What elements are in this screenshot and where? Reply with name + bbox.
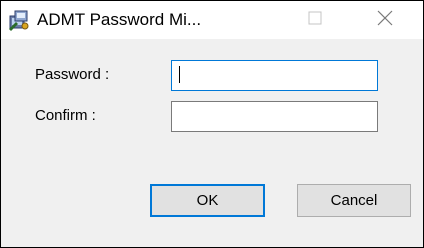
close-icon [377, 10, 393, 31]
cancel-button[interactable]: Cancel [297, 184, 411, 217]
window-title: ADMT Password Mi... [37, 10, 202, 29]
ok-button[interactable]: OK [150, 184, 265, 217]
password-label: Password : [35, 66, 110, 83]
close-button[interactable] [361, 1, 409, 39]
confirm-field[interactable] [171, 101, 378, 132]
dialog-window: ADMT Password Mi... Password : Confirm :… [0, 0, 424, 248]
maximize-button [291, 1, 339, 39]
admt-app-icon [7, 8, 31, 32]
confirm-label: Confirm : [35, 107, 96, 124]
maximize-icon [308, 11, 322, 30]
text-caret [179, 66, 180, 83]
dialog-body: Password : Confirm : OK Cancel [1, 39, 423, 247]
title-bar[interactable]: ADMT Password Mi... [1, 1, 423, 39]
password-field[interactable] [171, 60, 378, 91]
